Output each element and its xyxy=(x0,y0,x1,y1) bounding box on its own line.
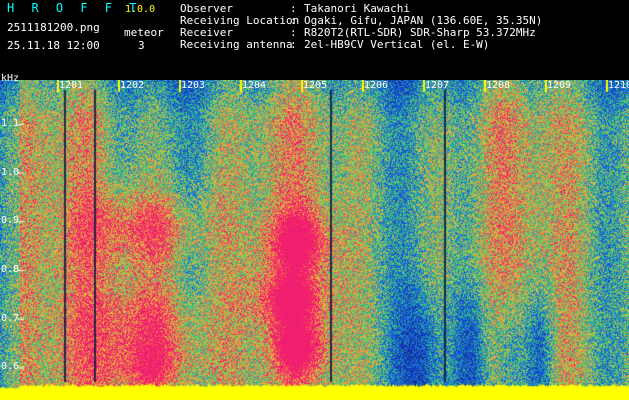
date-time: 25.11.18 12:00 xyxy=(7,39,100,52)
minute-label: 1210 xyxy=(608,80,629,91)
file-name: 2511181200.png xyxy=(7,21,100,34)
y-tick-label: 0.7 xyxy=(1,312,20,324)
station-info: Observer: Takanori Kawachi Receiving Loc… xyxy=(180,3,542,51)
info-separator: : xyxy=(290,38,304,51)
app-version: 1.0.0 xyxy=(125,4,156,15)
info-value: 2el-HB9CV Vertical (el. E-W) xyxy=(304,38,490,51)
minute-label: 1205 xyxy=(303,80,328,91)
y-tick-label: 1.1 xyxy=(1,117,20,129)
y-axis-unit: kHz xyxy=(1,73,20,84)
minute-label: 1207 xyxy=(425,80,450,91)
minute-label: 1206 xyxy=(364,80,389,91)
y-tick-label: 0.8 xyxy=(1,263,20,275)
y-tick-label: 1.0 xyxy=(1,166,20,178)
minute-label: 1208 xyxy=(486,80,511,91)
spectrogram xyxy=(0,80,629,400)
screen: H R O F F T 1.0.0 2511181200.png meteor … xyxy=(0,0,629,400)
app-title: H R O F F T xyxy=(7,1,142,15)
info-row-antenna: Receiving antenna: 2el-HB9CV Vertical (e… xyxy=(180,39,542,51)
y-tick-label: 0.6 xyxy=(1,361,20,373)
spectrogram-panel: kHz 1.1 1.0 0.9 0.8 0.7 0.6 1201 1202 1203 1204 1… xyxy=(0,74,629,400)
minute-label: 1202 xyxy=(120,80,145,91)
minute-label: 1209 xyxy=(547,80,572,91)
info-label: Receiving antenna xyxy=(180,38,293,51)
minute-label: 1204 xyxy=(242,80,267,91)
minute-label: 1203 xyxy=(181,80,206,91)
minute-label: 1201 xyxy=(59,80,84,91)
meteor-count-value: 3 xyxy=(138,39,145,52)
y-tick-label: 0.9 xyxy=(1,215,20,227)
meteor-count-label: meteor xyxy=(124,26,164,39)
